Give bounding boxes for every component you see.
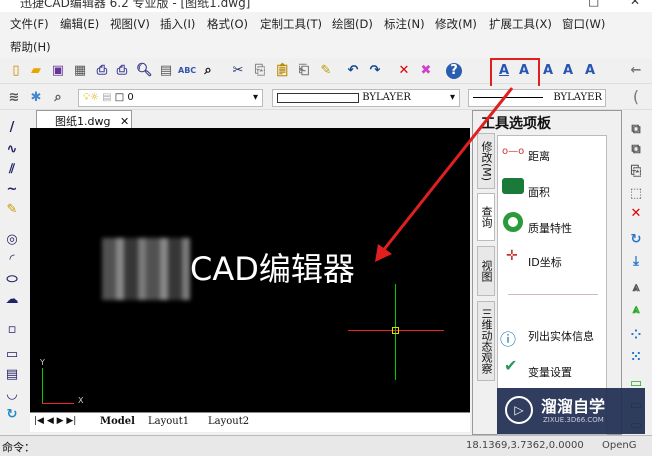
annotation-arrow xyxy=(375,87,514,262)
